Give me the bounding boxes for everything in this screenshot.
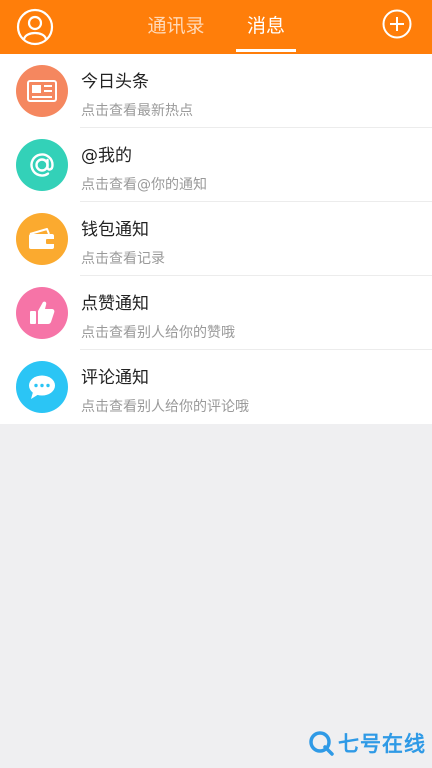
- at-sign-icon: [16, 139, 68, 191]
- newspaper-icon: [16, 65, 68, 117]
- list-item-mentions[interactable]: @我的 点击查看@你的通知: [0, 128, 432, 202]
- list-item-title: 点赞通知: [81, 294, 149, 314]
- list-item-likes[interactable]: 点赞通知 点击查看别人给你的赞哦: [0, 276, 432, 350]
- plus-circle-icon[interactable]: [382, 9, 412, 39]
- list-item-title: 今日头条: [81, 72, 149, 92]
- list-item-comments[interactable]: 评论通知 点击查看别人给你的评论哦: [0, 350, 432, 424]
- tab-messages[interactable]: 消息: [236, 0, 296, 54]
- list-item-title: 钱包通知: [81, 220, 149, 240]
- top-bar: 通讯录 消息: [0, 0, 432, 54]
- message-list: 今日头条 点击查看最新热点 @我的 点击查看@你的通知 钱包通知 点击查看记录 …: [0, 54, 432, 424]
- list-item-subtitle: 点击查看记录: [81, 251, 165, 267]
- comment-bubble-icon: [16, 361, 68, 413]
- active-tab-indicator: [236, 49, 296, 52]
- list-item-subtitle: 点击查看最新热点: [81, 103, 193, 119]
- list-item-title: @我的: [81, 146, 132, 166]
- watermark-text: 七号在线: [338, 732, 426, 756]
- app-screen: 通讯录 消息 今日头条 点击查看最新热点 @我的 点击查看@你的通知 钱包通知 …: [0, 0, 432, 768]
- tab-contacts[interactable]: 通讯录: [138, 0, 214, 54]
- thumbs-up-icon: [16, 287, 68, 339]
- watermark: 七号在线: [308, 728, 426, 758]
- list-item-wallet[interactable]: 钱包通知 点击查看记录: [0, 202, 432, 276]
- list-item-title: 评论通知: [81, 368, 149, 388]
- user-circle-icon[interactable]: [16, 8, 54, 46]
- list-item-subtitle: 点击查看别人给你的评论哦: [81, 399, 249, 415]
- list-item-toutiao[interactable]: 今日头条 点击查看最新热点: [0, 54, 432, 128]
- list-item-subtitle: 点击查看别人给你的赞哦: [81, 325, 235, 341]
- list-item-subtitle: 点击查看@你的通知: [81, 177, 207, 193]
- watermark-logo-icon: [309, 731, 334, 756]
- wallet-icon: [16, 213, 68, 265]
